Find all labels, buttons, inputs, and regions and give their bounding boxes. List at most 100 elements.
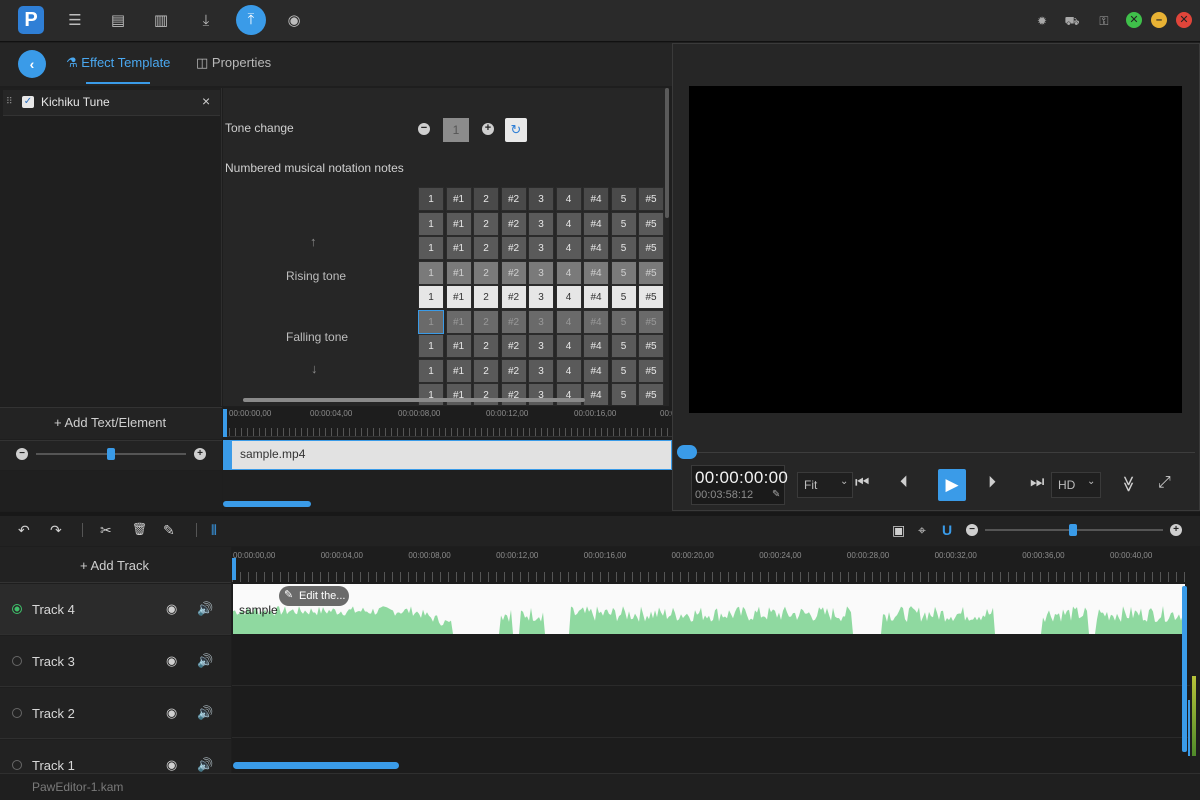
cart-icon[interactable]: ⛟ [1063,12,1081,30]
note-cell[interactable]: 5 [610,236,637,260]
redo-button[interactable]: ↷ [50,522,62,539]
tab-effect-template[interactable]: ⚗ Effect Template [66,55,170,75]
split-button[interactable]: ⫴ [211,522,217,539]
note-cell[interactable]: 4 [555,334,582,358]
note-cell[interactable]: 2 [473,236,499,260]
note-cell[interactable]: 1 [418,358,444,383]
skip-to-end-button[interactable]: ⏭ [1030,474,1044,492]
note-cell[interactable]: 4 [555,285,582,309]
preview-seek-handle[interactable] [677,445,697,459]
note-cell[interactable]: 1 [418,260,444,285]
fullscreen-button[interactable]: ⤢ [1158,474,1171,492]
note-cell[interactable]: 4 [555,236,582,260]
note-cell[interactable]: #1 [445,236,472,260]
note-cell[interactable]: #2 [500,187,527,211]
add-track-button[interactable]: + Add Track [80,558,149,573]
note-cell[interactable]: 1 [418,309,444,334]
eye-icon[interactable]: ◉ [166,705,177,721]
preview-seek-bar[interactable] [690,452,1195,453]
undo-button[interactable]: ↶ [18,522,30,539]
tone-increase-button[interactable]: + [482,123,494,135]
note-cell[interactable]: 5 [610,358,637,383]
mini-zoom-slider-handle[interactable] [107,448,115,460]
more-options-button[interactable]: ≫ [1118,476,1138,493]
timeline-playhead[interactable] [232,558,236,580]
note-cell[interactable]: 1 [418,334,444,358]
note-cell[interactable]: 4 [555,211,582,236]
note-cell[interactable]: 2 [473,211,499,236]
note-cell[interactable]: 2 [473,334,499,358]
note-cell[interactable]: 3 [528,236,554,260]
mini-zoom-in-button[interactable]: + [194,448,206,460]
timeline-zoom-in-button[interactable]: + [1170,524,1182,536]
note-cell[interactable]: 2 [473,187,499,211]
note-cell[interactable]: 1 [418,187,444,211]
timeline-zoom-out-button[interactable]: − [966,524,978,536]
note-cell[interactable]: 3 [528,334,554,358]
note-cell[interactable]: 5 [610,260,637,285]
effect-checkbox[interactable]: ✓ [22,96,34,108]
back-button[interactable]: ‹ [18,50,46,78]
tone-decrease-button[interactable]: − [418,123,430,135]
eye-icon[interactable]: ◉ [166,601,177,617]
record-icon[interactable]: ◉ [283,10,305,32]
note-cell[interactable]: #4 [583,358,609,383]
note-cell[interactable]: 2 [473,309,499,334]
properties-scrollbar[interactable] [665,88,669,218]
download-icon[interactable]: ⤓ [195,10,217,32]
mini-timeline-playhead[interactable] [223,409,227,437]
note-cell[interactable]: 5 [610,309,637,334]
tone-value-field[interactable]: 1 [443,118,469,142]
minimize-window-button[interactable]: – [1151,12,1167,28]
note-cell[interactable]: #5 [638,236,664,260]
note-cell[interactable]: #2 [500,334,527,358]
preview-screen[interactable] [689,86,1182,413]
edit-timecode-icon[interactable]: ✎ [772,489,780,500]
note-cell[interactable]: 4 [555,309,582,334]
cut-button[interactable]: ✂ [100,522,112,539]
note-cell[interactable]: #5 [638,211,664,236]
note-cell[interactable]: #1 [445,187,472,211]
note-cell[interactable]: 3 [528,358,554,383]
volume-icon[interactable]: 🔊 [197,705,213,721]
note-cell[interactable]: 3 [528,211,554,236]
note-cell[interactable]: 1 [418,211,444,236]
note-cell[interactable]: #1 [445,260,472,285]
drag-handle-icon[interactable]: ⠿ [6,96,13,107]
key-icon[interactable]: ⚿ [1095,12,1113,30]
note-cell[interactable]: 4 [555,187,582,211]
chevron-down-icon[interactable]: ⌄ [1087,476,1095,487]
note-cell[interactable]: #4 [583,383,609,405]
note-cell[interactable]: 4 [555,260,582,285]
remove-effect-button[interactable]: × [202,93,210,109]
note-cell[interactable]: #2 [500,236,527,260]
tone-reset-button[interactable]: ↻ [505,118,527,142]
mini-clip-trim-handle[interactable] [224,441,232,469]
note-cell[interactable]: #2 [500,285,527,309]
note-cell[interactable]: 5 [610,187,637,211]
note-cell[interactable]: #4 [583,187,609,211]
note-cell[interactable]: 3 [528,285,554,309]
note-cell[interactable]: 5 [610,211,637,236]
note-cell[interactable]: #5 [638,309,664,334]
tab-properties[interactable]: ◫ Properties [196,55,271,75]
volume-icon[interactable]: 🔊 [197,601,213,617]
timeline-zoom-slider-handle[interactable] [1069,524,1077,536]
track-select-radio[interactable] [12,708,22,718]
previous-frame-button[interactable]: ⏴ [900,474,908,492]
close-window-button[interactable]: ✕ [1176,12,1192,28]
note-cell[interactable]: #5 [638,187,664,211]
track-select-radio[interactable] [12,604,22,614]
settings-icon[interactable]: ✹ [1033,12,1051,30]
note-cell[interactable]: #5 [638,285,664,309]
timeline-vertical-scrollbar[interactable] [1182,586,1187,752]
edit-button[interactable]: ✎ [163,522,175,539]
note-cell[interactable]: #1 [445,211,472,236]
track-select-radio[interactable] [12,760,22,770]
note-cell[interactable]: #1 [445,285,472,309]
note-cell[interactable]: 2 [473,358,499,383]
note-cell[interactable]: #1 [445,334,472,358]
note-cell[interactable]: #2 [500,358,527,383]
note-cell[interactable]: 1 [418,285,444,309]
note-cell[interactable]: #4 [583,236,609,260]
